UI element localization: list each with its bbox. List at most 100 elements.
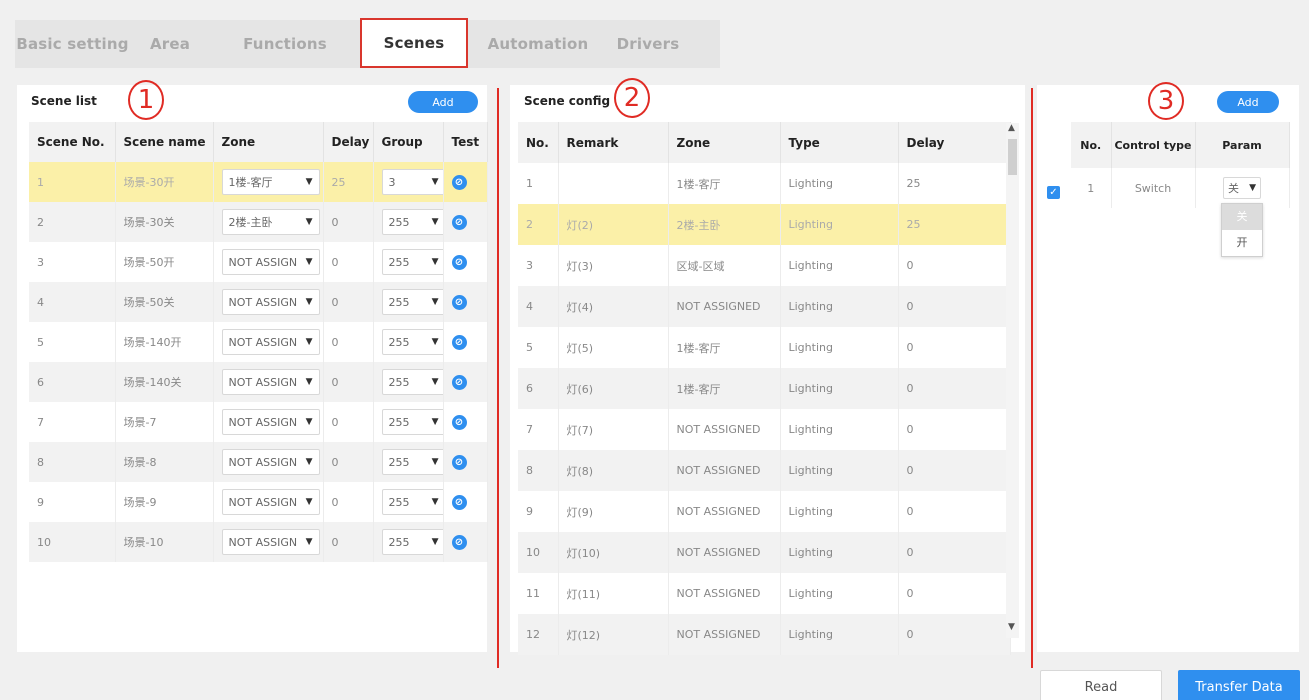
group-cell: 255 ▼ <box>373 402 444 442</box>
table-row[interactable]: 8 灯(8) NOT ASSIGNED Lighting 0 <box>518 450 1011 491</box>
test-cell: ⊘ <box>443 282 488 322</box>
test-icon[interactable]: ⊘ <box>451 414 467 430</box>
zone-select[interactable]: NOT ASSIGN ▼ <box>221 449 320 475</box>
zone-select[interactable]: NOT ASSIGN ▼ <box>221 329 320 355</box>
zone-select[interactable]: 1楼-客厅 ▼ <box>221 169 320 195</box>
config-remark: 灯(4) <box>558 286 669 327</box>
test-icon[interactable]: ⊘ <box>451 294 467 310</box>
group-select[interactable]: 255 ▼ <box>381 249 442 275</box>
group-cell: 255 ▼ <box>373 482 444 522</box>
table-row[interactable]: 4 场景-50关 NOT ASSIGN ▼ 0 255 ▼ ⊘ <box>29 282 488 322</box>
col-remark: Remark <box>558 122 669 163</box>
param-option[interactable]: 关 <box>1222 204 1262 230</box>
group-select[interactable]: 3 ▼ <box>381 169 442 195</box>
control-no: 1 <box>1071 168 1112 208</box>
tab-drivers[interactable]: Drivers <box>608 20 688 68</box>
group-select[interactable]: 255 ▼ <box>381 449 442 475</box>
tab-area[interactable]: Area <box>130 20 210 68</box>
add-control-button[interactable]: Add <box>1217 91 1279 113</box>
scroll-up-icon[interactable]: ▲ <box>1008 123 1015 133</box>
chevron-down-icon: ▼ <box>431 457 439 467</box>
group-select[interactable]: 255 ▼ <box>381 289 442 315</box>
col-zone: Zone <box>668 122 781 163</box>
scroll-down-icon[interactable]: ▼ <box>1008 622 1015 632</box>
group-select[interactable]: 255 ▼ <box>381 489 442 515</box>
table-row[interactable]: 1 1楼-客厅 Lighting 25 <box>518 163 1011 204</box>
group-select[interactable]: 255 ▼ <box>381 209 442 235</box>
test-icon[interactable]: ⊘ <box>451 334 467 350</box>
config-type: Lighting <box>780 286 899 327</box>
test-icon[interactable]: ⊘ <box>451 174 467 190</box>
zone-select[interactable]: NOT ASSIGN ▼ <box>221 249 320 275</box>
test-icon[interactable]: ⊘ <box>451 534 467 550</box>
table-row[interactable]: 10 灯(10) NOT ASSIGNED Lighting 0 <box>518 532 1011 573</box>
transfer-data-button[interactable]: Transfer Data <box>1178 670 1300 700</box>
group-cell: 255 ▼ <box>373 522 444 562</box>
table-row[interactable]: 12 灯(12) NOT ASSIGNED Lighting 0 <box>518 614 1011 655</box>
table-row[interactable]: 7 场景-7 NOT ASSIGN ▼ 0 255 ▼ ⊘ <box>29 402 488 442</box>
chevron-down-icon: ▼ <box>431 297 439 307</box>
group-value: 255 <box>388 335 410 349</box>
delay-cell: 0 <box>323 202 374 242</box>
zone-select[interactable]: NOT ASSIGN ▼ <box>221 409 320 435</box>
zone-select[interactable]: NOT ASSIGN ▼ <box>221 529 320 555</box>
group-select[interactable]: 255 ▼ <box>381 369 442 395</box>
table-row[interactable]: 11 灯(11) NOT ASSIGNED Lighting 0 <box>518 573 1011 614</box>
param-option[interactable]: 开 <box>1222 230 1262 256</box>
param-select[interactable]: 关 ▼ <box>1223 177 1261 199</box>
zone-select[interactable]: 2楼-主卧 ▼ <box>221 209 320 235</box>
table-row[interactable]: 2 场景-30关 2楼-主卧 ▼ 0 255 ▼ ⊘ <box>29 202 488 242</box>
zone-select[interactable]: NOT ASSIGN ▼ <box>221 489 320 515</box>
tab-automation[interactable]: Automation <box>468 20 608 68</box>
scene-config-panel: Scene config No. Remark Zone Type Delay … <box>510 85 1025 655</box>
zone-select[interactable]: NOT ASSIGN ▼ <box>221 289 320 315</box>
param-value: 关 <box>1228 182 1239 195</box>
row-checkbox[interactable]: ✓ <box>1047 186 1060 199</box>
table-row[interactable]: 1 场景-30开 1楼-客厅 ▼ 25 3 ▼ ⊘ <box>29 162 488 202</box>
scene-name: 场景-7 <box>115 402 214 442</box>
table-row[interactable]: 8 场景-8 NOT ASSIGN ▼ 0 255 ▼ ⊘ <box>29 442 488 482</box>
table-row[interactable]: 2 灯(2) 2楼-主卧 Lighting 25 <box>518 204 1011 245</box>
config-zone: NOT ASSIGNED <box>668 409 781 450</box>
config-no: 3 <box>518 245 559 286</box>
table-row[interactable]: 9 场景-9 NOT ASSIGN ▼ 0 255 ▼ ⊘ <box>29 482 488 522</box>
chevron-down-icon: ▼ <box>305 177 313 187</box>
config-zone: 2楼-主卧 <box>668 204 781 245</box>
group-value: 255 <box>388 495 410 509</box>
config-remark <box>558 163 669 204</box>
config-zone: NOT ASSIGNED <box>668 491 781 532</box>
scene-config-scrollbar[interactable]: ▲ ▼ <box>1006 123 1019 638</box>
chevron-down-icon: ▼ <box>305 497 313 507</box>
zone-value: NOT ASSIGN <box>228 415 298 429</box>
group-select[interactable]: 255 ▼ <box>381 409 442 435</box>
test-icon[interactable]: ⊘ <box>451 254 467 270</box>
control-type: Switch <box>1111 168 1196 208</box>
group-select[interactable]: 255 ▼ <box>381 329 442 355</box>
config-zone: NOT ASSIGNED <box>668 450 781 491</box>
group-select[interactable]: 255 ▼ <box>381 529 442 555</box>
table-row[interactable]: 7 灯(7) NOT ASSIGNED Lighting 0 <box>518 409 1011 450</box>
tab-scenes[interactable]: Scenes <box>360 18 468 68</box>
table-row[interactable]: 5 场景-140开 NOT ASSIGN ▼ 0 255 ▼ ⊘ <box>29 322 488 362</box>
scroll-thumb[interactable] <box>1008 139 1017 175</box>
tab-basic-setting[interactable]: Basic setting <box>15 20 130 68</box>
test-icon[interactable]: ⊘ <box>451 454 467 470</box>
table-row[interactable]: 5 灯(5) 1楼-客厅 Lighting 0 <box>518 327 1011 368</box>
zone-select[interactable]: NOT ASSIGN ▼ <box>221 369 320 395</box>
table-row[interactable]: 10 场景-10 NOT ASSIGN ▼ 0 255 ▼ ⊘ <box>29 522 488 562</box>
table-row[interactable]: 4 灯(4) NOT ASSIGNED Lighting 0 <box>518 286 1011 327</box>
scene-name: 场景-9 <box>115 482 214 522</box>
add-scene-button[interactable]: Add <box>408 91 478 113</box>
zone-cell: NOT ASSIGN ▼ <box>213 442 324 482</box>
tab-functions[interactable]: Functions <box>210 20 360 68</box>
read-button[interactable]: Read <box>1040 670 1162 700</box>
test-icon[interactable]: ⊘ <box>451 374 467 390</box>
table-row[interactable]: 3 灯(3) 区域-区域 Lighting 0 <box>518 245 1011 286</box>
test-icon[interactable]: ⊘ <box>451 214 467 230</box>
table-row[interactable]: 9 灯(9) NOT ASSIGNED Lighting 0 <box>518 491 1011 532</box>
table-row[interactable]: 3 场景-50开 NOT ASSIGN ▼ 0 255 ▼ ⊘ <box>29 242 488 282</box>
col-scene-name: Scene name <box>115 122 214 162</box>
table-row[interactable]: 6 灯(6) 1楼-客厅 Lighting 0 <box>518 368 1011 409</box>
table-row[interactable]: 6 场景-140关 NOT ASSIGN ▼ 0 255 ▼ ⊘ <box>29 362 488 402</box>
test-icon[interactable]: ⊘ <box>451 494 467 510</box>
